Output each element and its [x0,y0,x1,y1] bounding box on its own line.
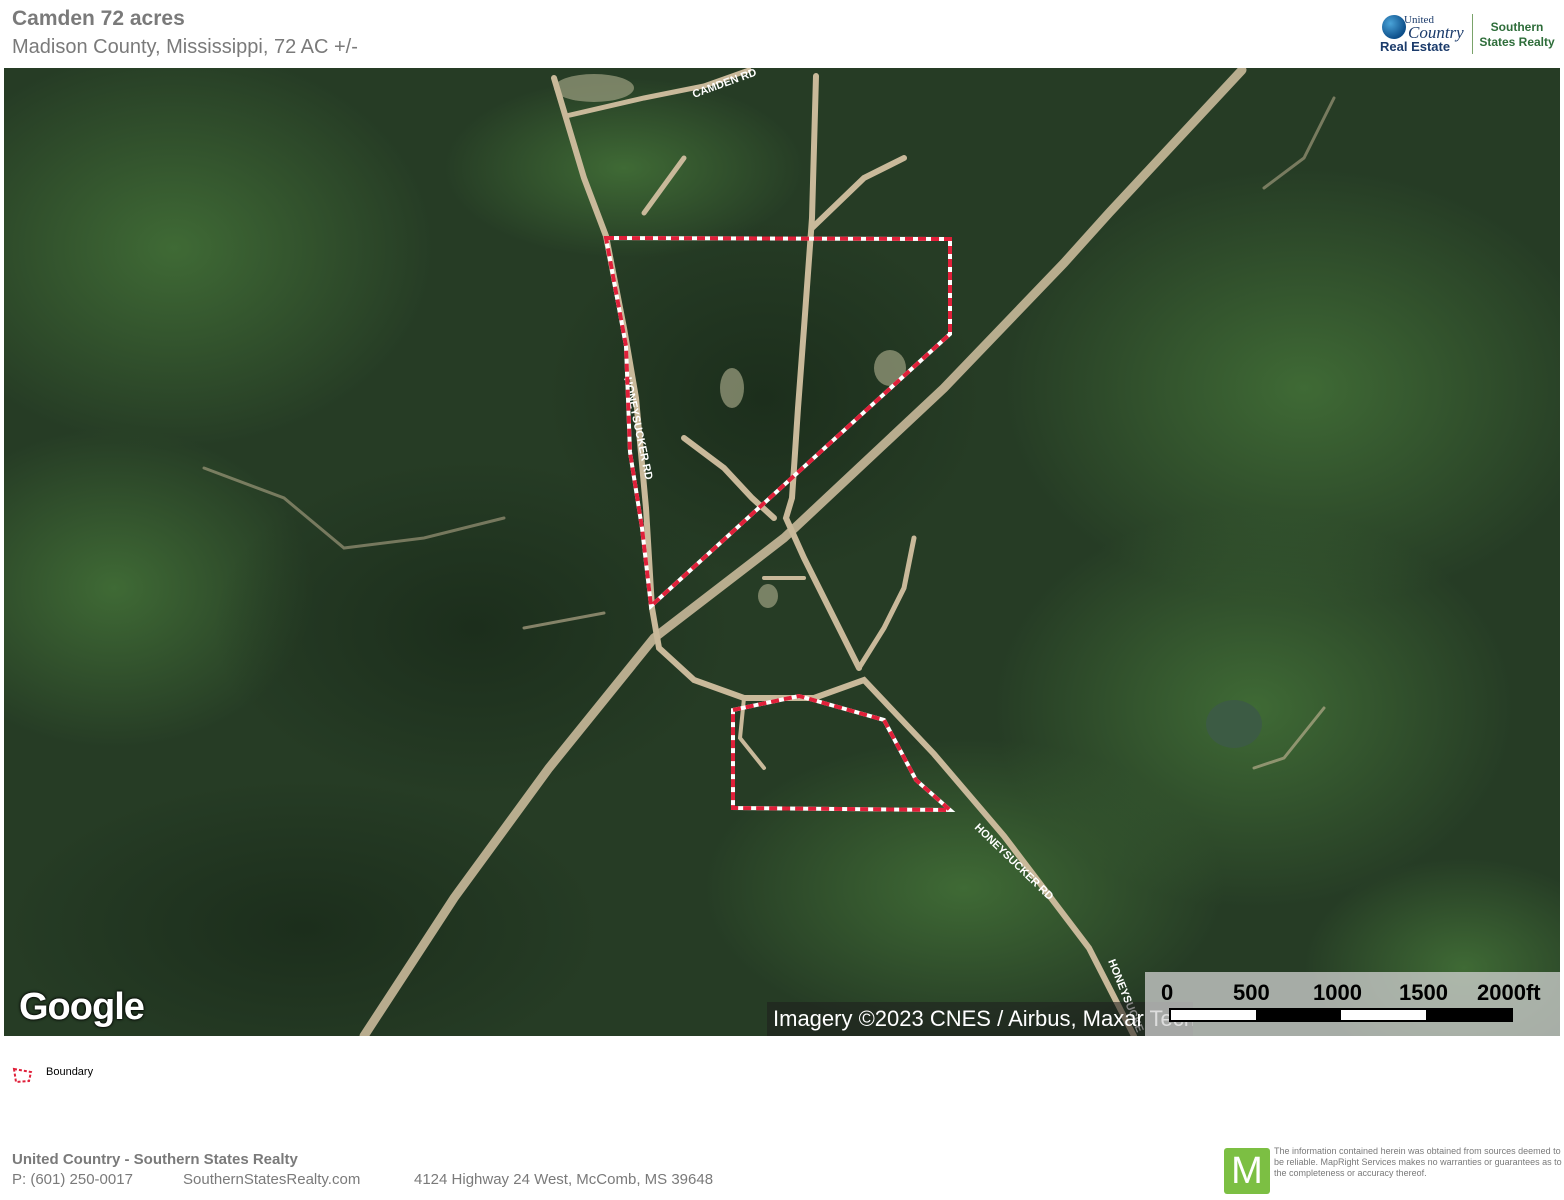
google-logo: Google [19,986,145,1028]
footer-company: United Country - Southern States Realty [12,1151,298,1168]
mapright-letter: M [1231,1150,1263,1192]
mapright-logo: M [1224,1148,1270,1194]
boundary-legend-icon [12,1067,33,1084]
scale-label-0: 0 [1161,980,1174,1005]
brand-southern-states: Southern States Realty [1476,20,1558,50]
disclaimer: The information contained herein was obt… [1274,1146,1562,1178]
map-canvas: CAMDEN RD HONEYSUCKER RD HONEYSUCKER RD … [4,68,1560,1036]
satellite-map[interactable]: CAMDEN RD HONEYSUCKER RD HONEYSUCKER RD … [4,68,1560,1036]
scale-bar: 0 500 1000 1500 2000ft [1145,972,1560,1036]
scale-bar-graphic [1169,1008,1513,1022]
footer-website[interactable]: SouthernStatesRealty.com [183,1171,360,1188]
footer-address: 4124 Highway 24 West, McComb, MS 39648 [414,1171,714,1188]
brand-divider [1472,14,1473,54]
brand-real-estate: Real Estate [1380,39,1451,54]
scale-label-1500: 1500 [1399,980,1448,1005]
footer-phone: P: (601) 250-0017 [12,1171,133,1188]
legend-boundary-label: Boundary [46,1066,94,1078]
scale-segment [1256,1010,1341,1020]
brand-logo: United Country Real Estate Southern Stat… [1380,12,1558,58]
scale-label-2000: 2000ft [1477,980,1541,1005]
pond [1206,700,1262,748]
scale-segment [1426,1010,1511,1020]
brand-states-realty: States Realty [1479,35,1555,49]
page-title: Camden 72 acres [12,7,185,30]
brand-southern: Southern [1490,20,1544,34]
page-subtitle: Madison County, Mississippi, 72 AC +/- [12,36,358,58]
imagery-attribution: Imagery ©2023 CNES / Airbus, Maxar Techn… [767,1002,1193,1036]
scale-label-1000: 1000 [1313,980,1362,1005]
globe-icon [1382,15,1406,39]
scale-label-500: 500 [1233,980,1270,1005]
